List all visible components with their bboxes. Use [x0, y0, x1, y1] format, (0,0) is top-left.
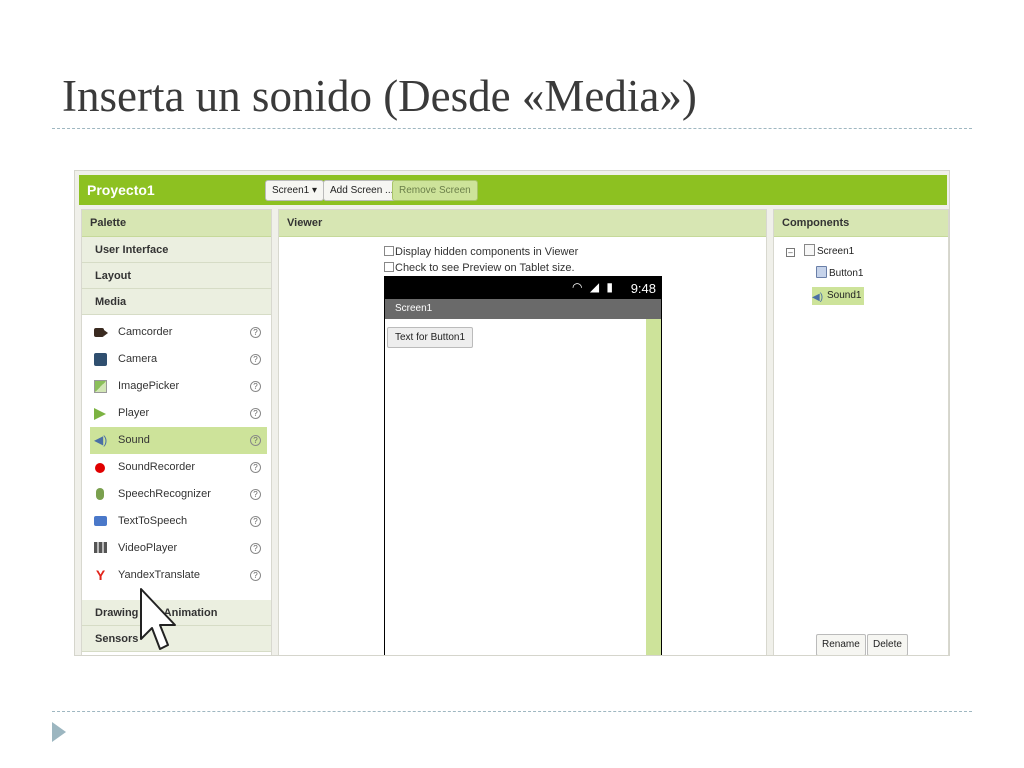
- tree-node-screen1[interactable]: Screen1: [804, 243, 854, 261]
- viewer-panel: Viewer Display hidden components in View…: [278, 209, 767, 655]
- components-header: Components: [774, 210, 948, 237]
- tablet-preview-checkbox-row[interactable]: Check to see Preview on Tablet size.: [384, 262, 575, 274]
- sound-icon: ◀): [812, 292, 824, 303]
- screen-icon: [804, 244, 815, 256]
- player-icon: [94, 408, 106, 420]
- palette-item-label: Sound: [118, 434, 150, 446]
- texttospeech-icon: [94, 516, 107, 526]
- tree-node-label: Button1: [829, 268, 864, 279]
- help-icon[interactable]: ?: [250, 570, 261, 581]
- soundrecorder-icon: [95, 463, 105, 473]
- palette-item-imagepicker[interactable]: ImagePicker ?: [90, 373, 267, 400]
- tablet-preview-label: Check to see Preview on Tablet size.: [395, 262, 575, 274]
- screen-selector-button[interactable]: Screen1 ▾: [265, 180, 325, 201]
- next-slide-arrow-icon[interactable]: [52, 722, 66, 742]
- help-icon[interactable]: ?: [250, 381, 261, 392]
- palette-item-yandextranslate[interactable]: Y YandexTranslate ?: [90, 562, 267, 589]
- help-icon[interactable]: ?: [250, 408, 261, 419]
- palette-item-label: ImagePicker: [118, 380, 180, 392]
- slide-title: Inserta un sonido (Desde «Media»): [62, 71, 697, 121]
- rename-button[interactable]: Rename: [816, 634, 866, 655]
- button-icon: [816, 266, 827, 278]
- palette-item-camera[interactable]: Camera ?: [90, 346, 267, 373]
- palette-item-label: VideoPlayer: [118, 542, 178, 554]
- app-inventor-screenshot: Proyecto1 Screen1 ▾ Add Screen ... Remov…: [74, 170, 950, 656]
- sound-icon: ◀): [94, 433, 108, 447]
- mouse-pointer-icon: [140, 588, 176, 650]
- tree-node-button1[interactable]: Button1: [816, 265, 863, 283]
- add-screen-button[interactable]: Add Screen ...: [323, 180, 401, 201]
- palette-item-label: Camcorder: [118, 326, 173, 338]
- speechrecognizer-icon: [96, 488, 104, 500]
- category-media[interactable]: Media: [82, 289, 271, 315]
- palette-item-label: SoundRecorder: [118, 461, 196, 473]
- tree-node-sound1[interactable]: ◀) Sound1: [812, 287, 865, 305]
- display-hidden-label: Display hidden components in Viewer: [395, 246, 579, 258]
- phone-preview: ◠ ◢ ▮ 9:48 Screen1 Text for Button1: [384, 276, 662, 655]
- imagepicker-icon: [94, 380, 107, 393]
- help-icon[interactable]: ?: [250, 516, 261, 527]
- tree-node-label: Screen1: [817, 246, 855, 257]
- palette-item-player[interactable]: Player ?: [90, 400, 267, 427]
- status-icons: ◠ ◢ ▮: [572, 280, 615, 294]
- help-icon[interactable]: ?: [250, 354, 261, 365]
- palette-header: Palette: [82, 210, 271, 237]
- help-icon[interactable]: ?: [250, 327, 261, 338]
- help-icon[interactable]: ?: [250, 489, 261, 500]
- tablet-preview-checkbox[interactable]: [384, 262, 394, 272]
- remove-screen-button[interactable]: Remove Screen: [392, 180, 478, 201]
- palette-item-label: Camera: [118, 353, 158, 365]
- palette-item-sound[interactable]: ◀) Sound ?: [90, 427, 267, 454]
- screen-scroll-strip: [646, 319, 661, 655]
- help-icon[interactable]: ?: [250, 543, 261, 554]
- palette-item-soundrecorder[interactable]: SoundRecorder ?: [90, 454, 267, 481]
- display-hidden-checkbox[interactable]: [384, 246, 394, 256]
- palette-item-label: TextToSpeech: [118, 515, 188, 527]
- palette-item-videoplayer[interactable]: VideoPlayer ?: [90, 535, 267, 562]
- viewer-header: Viewer: [279, 210, 766, 237]
- delete-button[interactable]: Delete: [867, 634, 908, 655]
- screen-body: Text for Button1: [385, 319, 647, 655]
- components-panel: Components – Screen1 Button1 ◀) Sound1 Re…: [773, 209, 949, 655]
- project-title: Proyecto1: [87, 182, 155, 198]
- status-bar: ◠ ◢ ▮ 9:48: [385, 277, 661, 299]
- tree-node-label: Sound1: [827, 290, 862, 301]
- category-user-interface[interactable]: User Interface: [82, 237, 271, 263]
- help-icon[interactable]: ?: [250, 435, 261, 446]
- palette-item-label: SpeechRecognizer: [118, 488, 211, 500]
- screen-title-bar: Screen1: [385, 299, 661, 319]
- palette-item-camcorder[interactable]: Camcorder ?: [90, 319, 267, 346]
- title-divider: [52, 128, 972, 129]
- yandextranslate-icon: Y: [95, 567, 106, 583]
- display-hidden-checkbox-row[interactable]: Display hidden components in Viewer: [384, 246, 578, 258]
- palette-item-label: YandexTranslate: [118, 569, 200, 581]
- palette-panel: Palette User Interface Layout Media Camc…: [81, 209, 272, 655]
- category-layout[interactable]: Layout: [82, 263, 271, 289]
- palette-item-label: Player: [118, 407, 150, 419]
- footer-divider: [52, 711, 972, 712]
- videoplayer-icon: [94, 542, 107, 553]
- camera-icon: [94, 353, 107, 366]
- camcorder-icon: [94, 328, 108, 337]
- preview-button1[interactable]: Text for Button1: [387, 327, 474, 348]
- status-time: 9:48: [630, 281, 656, 296]
- help-icon[interactable]: ?: [250, 462, 261, 473]
- palette-item-speechrecognizer[interactable]: SpeechRecognizer ?: [90, 481, 267, 508]
- palette-item-texttospeech[interactable]: TextToSpeech ?: [90, 508, 267, 535]
- media-items-list: Camcorder ? Camera ? ImagePicker ? Playe…: [82, 315, 271, 650]
- collapse-toggle-icon[interactable]: –: [786, 248, 795, 257]
- top-toolbar: Proyecto1 Screen1 ▾ Add Screen ... Remov…: [79, 175, 947, 205]
